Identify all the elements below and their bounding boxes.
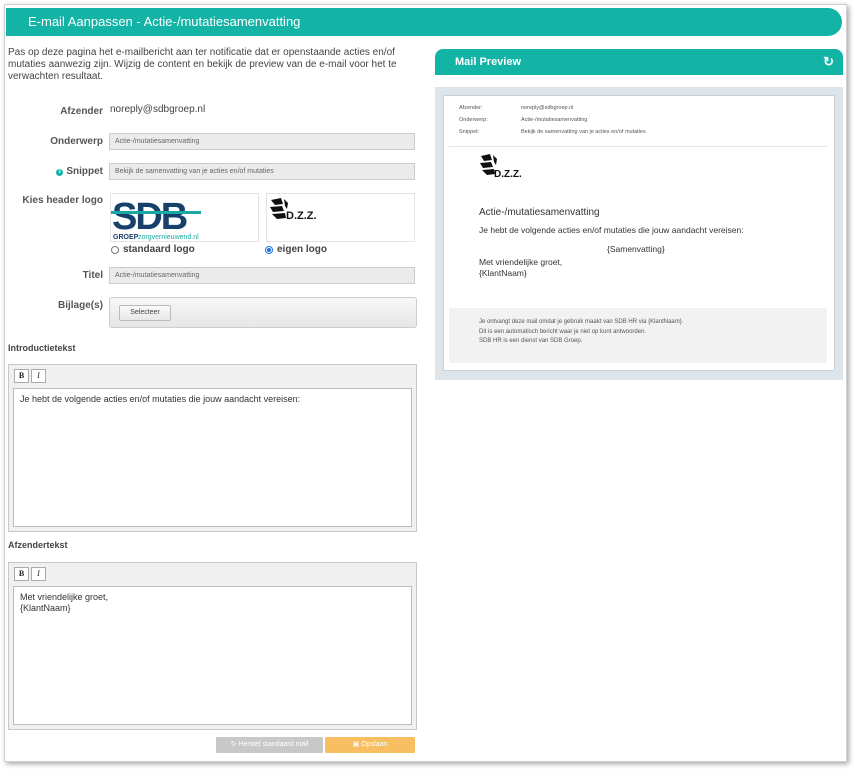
onderwerp-input[interactable]: Actie-/mutatiesamenvatting (109, 133, 415, 150)
bijlage-label: Bijlage(s) (57, 300, 103, 311)
sdb-logo-tagline: zorgvernieuwend.nl (138, 234, 199, 241)
restore-icon: ↻ (230, 741, 237, 748)
titel-label: Titel (82, 270, 103, 281)
onderwerp-label: Onderwerp (50, 136, 103, 147)
refresh-icon[interactable]: ↻ (823, 49, 834, 75)
radio-standard-logo-label: standaard logo (123, 244, 195, 255)
logo-label: Kies header logo (22, 195, 103, 206)
preview-logo: D.Z.Z. (480, 154, 522, 180)
preview-summary: {Samenvatting} (607, 244, 665, 254)
introductietekst-toolbar: B I (9, 365, 416, 386)
afzender-label: Afzender (60, 106, 103, 117)
preview-header-value: noreply@sdbgroep.nl (521, 105, 574, 111)
italic-button[interactable]: I (31, 369, 46, 383)
bold-button[interactable]: B (14, 567, 29, 581)
afzendertekst-toolbar: B I (9, 563, 416, 584)
snippet-label: i Snippet (30, 166, 103, 177)
save-icon: ▣ (352, 741, 360, 748)
preview-footer-line: Je ontvangt deze mail omdat je gebruik m… (479, 319, 684, 325)
preview-client: {KlantNaam} (479, 268, 527, 278)
preview-footer-line: SDB HR is een dienst van SDB Groep. (479, 338, 583, 344)
afzendertekst-textarea[interactable]: Met vriendelijke groet, {KlantNaam} (13, 586, 412, 725)
dzz-logo-text: D.Z.Z. (286, 210, 317, 222)
attachment-panel: Selecteer (109, 297, 417, 328)
introductietekst-textarea[interactable]: Je hebt de volgende acties en/of mutatie… (13, 388, 412, 527)
page-title: E-mail Aanpassen - Actie-/mutatiesamenva… (28, 14, 301, 29)
restore-default-label: Herstel standaard mail (238, 741, 309, 748)
page-title-bar: E-mail Aanpassen - Actie-/mutatiesamenva… (6, 8, 842, 36)
preview-header-value: Bekijk de samenvatting van je acties en/… (521, 129, 646, 135)
sdb-logo-text: SDB (112, 196, 187, 238)
custom-logo-box[interactable]: D.Z.Z. (266, 193, 415, 242)
afzendertekst-editor: B I Met vriendelijke groet, {KlantNaam} (8, 562, 417, 730)
introductietekst-title: Introductietekst (8, 343, 76, 353)
afzendertekst-title: Afzendertekst (8, 540, 68, 550)
radio-custom-logo[interactable]: eigen logo (265, 244, 327, 255)
mail-preview-title: Mail Preview (455, 56, 522, 68)
info-icon[interactable]: i (56, 169, 64, 176)
titel-input[interactable]: Actie-/mutatiesamenvatting (109, 267, 415, 284)
preview-intro: Je hebt de volgende acties en/of mutatie… (479, 225, 744, 235)
afzender-value: noreply@sdbgroep.nl (110, 104, 206, 115)
preview-divider (449, 146, 827, 147)
restore-default-button[interactable]: ↻ Herstel standaard mail (216, 737, 323, 753)
preview-footer-line: Dit is een automatisch bericht waar je n… (479, 328, 647, 335)
select-attachment-button[interactable]: Selecteer (119, 305, 171, 321)
dzz-logo: D.Z.Z. (270, 198, 317, 222)
preview-logo-text: D.Z.Z. (494, 169, 522, 180)
snippet-input[interactable]: Bekijk de samenvatting van je acties en/… (109, 163, 415, 180)
preview-heading: Actie-/mutatiesamenvatting (479, 207, 600, 218)
radio-custom-logo-label: eigen logo (277, 244, 327, 255)
radio-standard-logo-circle[interactable] (111, 245, 119, 254)
save-button[interactable]: ▣ Opslaan (325, 737, 415, 753)
introductietekst-editor: B I Je hebt de volgende acties en/of mut… (8, 364, 417, 532)
preview-header-key: Snippet: (459, 129, 480, 135)
intro-text: Pas op deze pagina het e-mailbericht aan… (8, 47, 397, 82)
sdb-logo: SDB GROEP zorgvernieuwend.nl (111, 196, 201, 241)
radio-standard-logo[interactable]: standaard logo (111, 244, 195, 255)
radio-custom-logo-circle[interactable] (265, 245, 273, 254)
snippet-label-text: Snippet (66, 166, 103, 177)
italic-button[interactable]: I (31, 567, 46, 581)
preview-footer: Je ontvangt deze mail omdat je gebruik m… (449, 308, 827, 363)
save-label: Opslaan (361, 741, 388, 748)
sdb-logo-subtext: GROEP (113, 234, 139, 241)
preview-header-key: Afzender: (459, 105, 483, 111)
standard-logo-box[interactable]: SDB GROEP zorgvernieuwend.nl (110, 193, 259, 242)
preview-greeting: Met vriendelijke groet, (479, 257, 563, 267)
bold-button[interactable]: B (14, 369, 29, 383)
preview-header-value: Actie-/mutatiesamenvatting (521, 117, 588, 123)
preview-header-key: Onderwerp: (459, 117, 488, 123)
mail-preview-header: Mail Preview ↻ (435, 49, 843, 75)
